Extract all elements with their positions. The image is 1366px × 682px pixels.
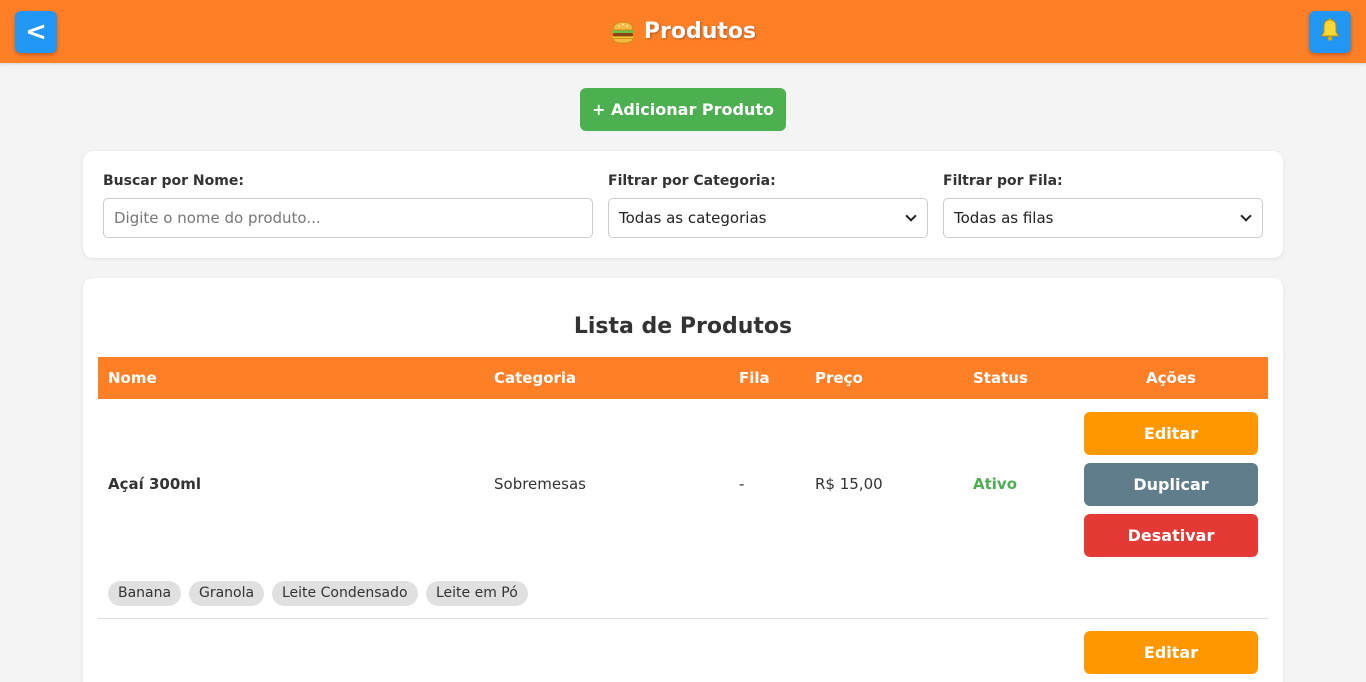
column-header-category: Categoria bbox=[494, 369, 577, 387]
page-title-text: Produtos bbox=[643, 19, 757, 44]
add-product-button[interactable]: + Adicionar Produto bbox=[580, 88, 786, 131]
column-header-queue: Fila bbox=[739, 369, 770, 387]
column-header-price: Preço bbox=[815, 369, 863, 387]
deactivate-button[interactable]: Desativar bbox=[1084, 514, 1258, 557]
row-divider bbox=[98, 618, 1268, 619]
queue-filter-label: Filtrar por Fila: bbox=[943, 173, 1063, 189]
chevron-down-icon bbox=[1240, 210, 1252, 222]
queue-select[interactable]: Todas as filas bbox=[943, 198, 1263, 238]
bell-icon bbox=[1317, 17, 1343, 47]
column-header-name: Nome bbox=[108, 369, 157, 387]
edit-button[interactable]: Editar bbox=[1084, 412, 1258, 455]
category-filter-label: Filtrar por Categoria: bbox=[608, 173, 776, 189]
column-header-status: Status bbox=[973, 369, 1028, 387]
list-title: Lista de Produtos bbox=[573, 314, 793, 339]
category-select-value: Todas as categorias bbox=[619, 209, 767, 227]
search-input[interactable] bbox=[114, 209, 582, 227]
ingredient-tag: Banana bbox=[108, 581, 182, 606]
table-header: Nome Categoria Fila Preço Status Ações bbox=[98, 357, 1268, 399]
ingredient-tag: Leite Condensado bbox=[272, 581, 418, 606]
product-list-panel: Lista de Produtos Nome Categoria Fila Pr… bbox=[83, 278, 1283, 682]
page-title: Produtos bbox=[0, 0, 1366, 63]
status-badge: Ativo bbox=[973, 475, 1018, 493]
name-filter-label: Buscar por Nome: bbox=[103, 173, 244, 189]
product-price: R$ 15,00 bbox=[815, 475, 883, 493]
edit-button[interactable]: Editar bbox=[1084, 631, 1258, 674]
notifications-button[interactable] bbox=[1309, 11, 1351, 53]
chevron-down-icon bbox=[905, 210, 917, 222]
product-category: Sobremesas bbox=[494, 475, 586, 493]
column-header-actions: Ações bbox=[1146, 369, 1196, 387]
name-filter-field bbox=[103, 198, 593, 238]
queue-select-value: Todas as filas bbox=[954, 209, 1054, 227]
ingredient-tag: Granola bbox=[189, 581, 265, 606]
filters-panel: Buscar por Nome: Filtrar por Categoria: … bbox=[83, 151, 1283, 258]
ingredient-tag: Leite em Pó bbox=[426, 581, 528, 606]
product-queue: - bbox=[739, 475, 745, 493]
product-name: Açaí 300ml bbox=[108, 475, 202, 493]
duplicate-button[interactable]: Duplicar bbox=[1084, 463, 1258, 506]
burger-icon bbox=[610, 19, 636, 45]
category-select[interactable]: Todas as categorias bbox=[608, 198, 928, 238]
